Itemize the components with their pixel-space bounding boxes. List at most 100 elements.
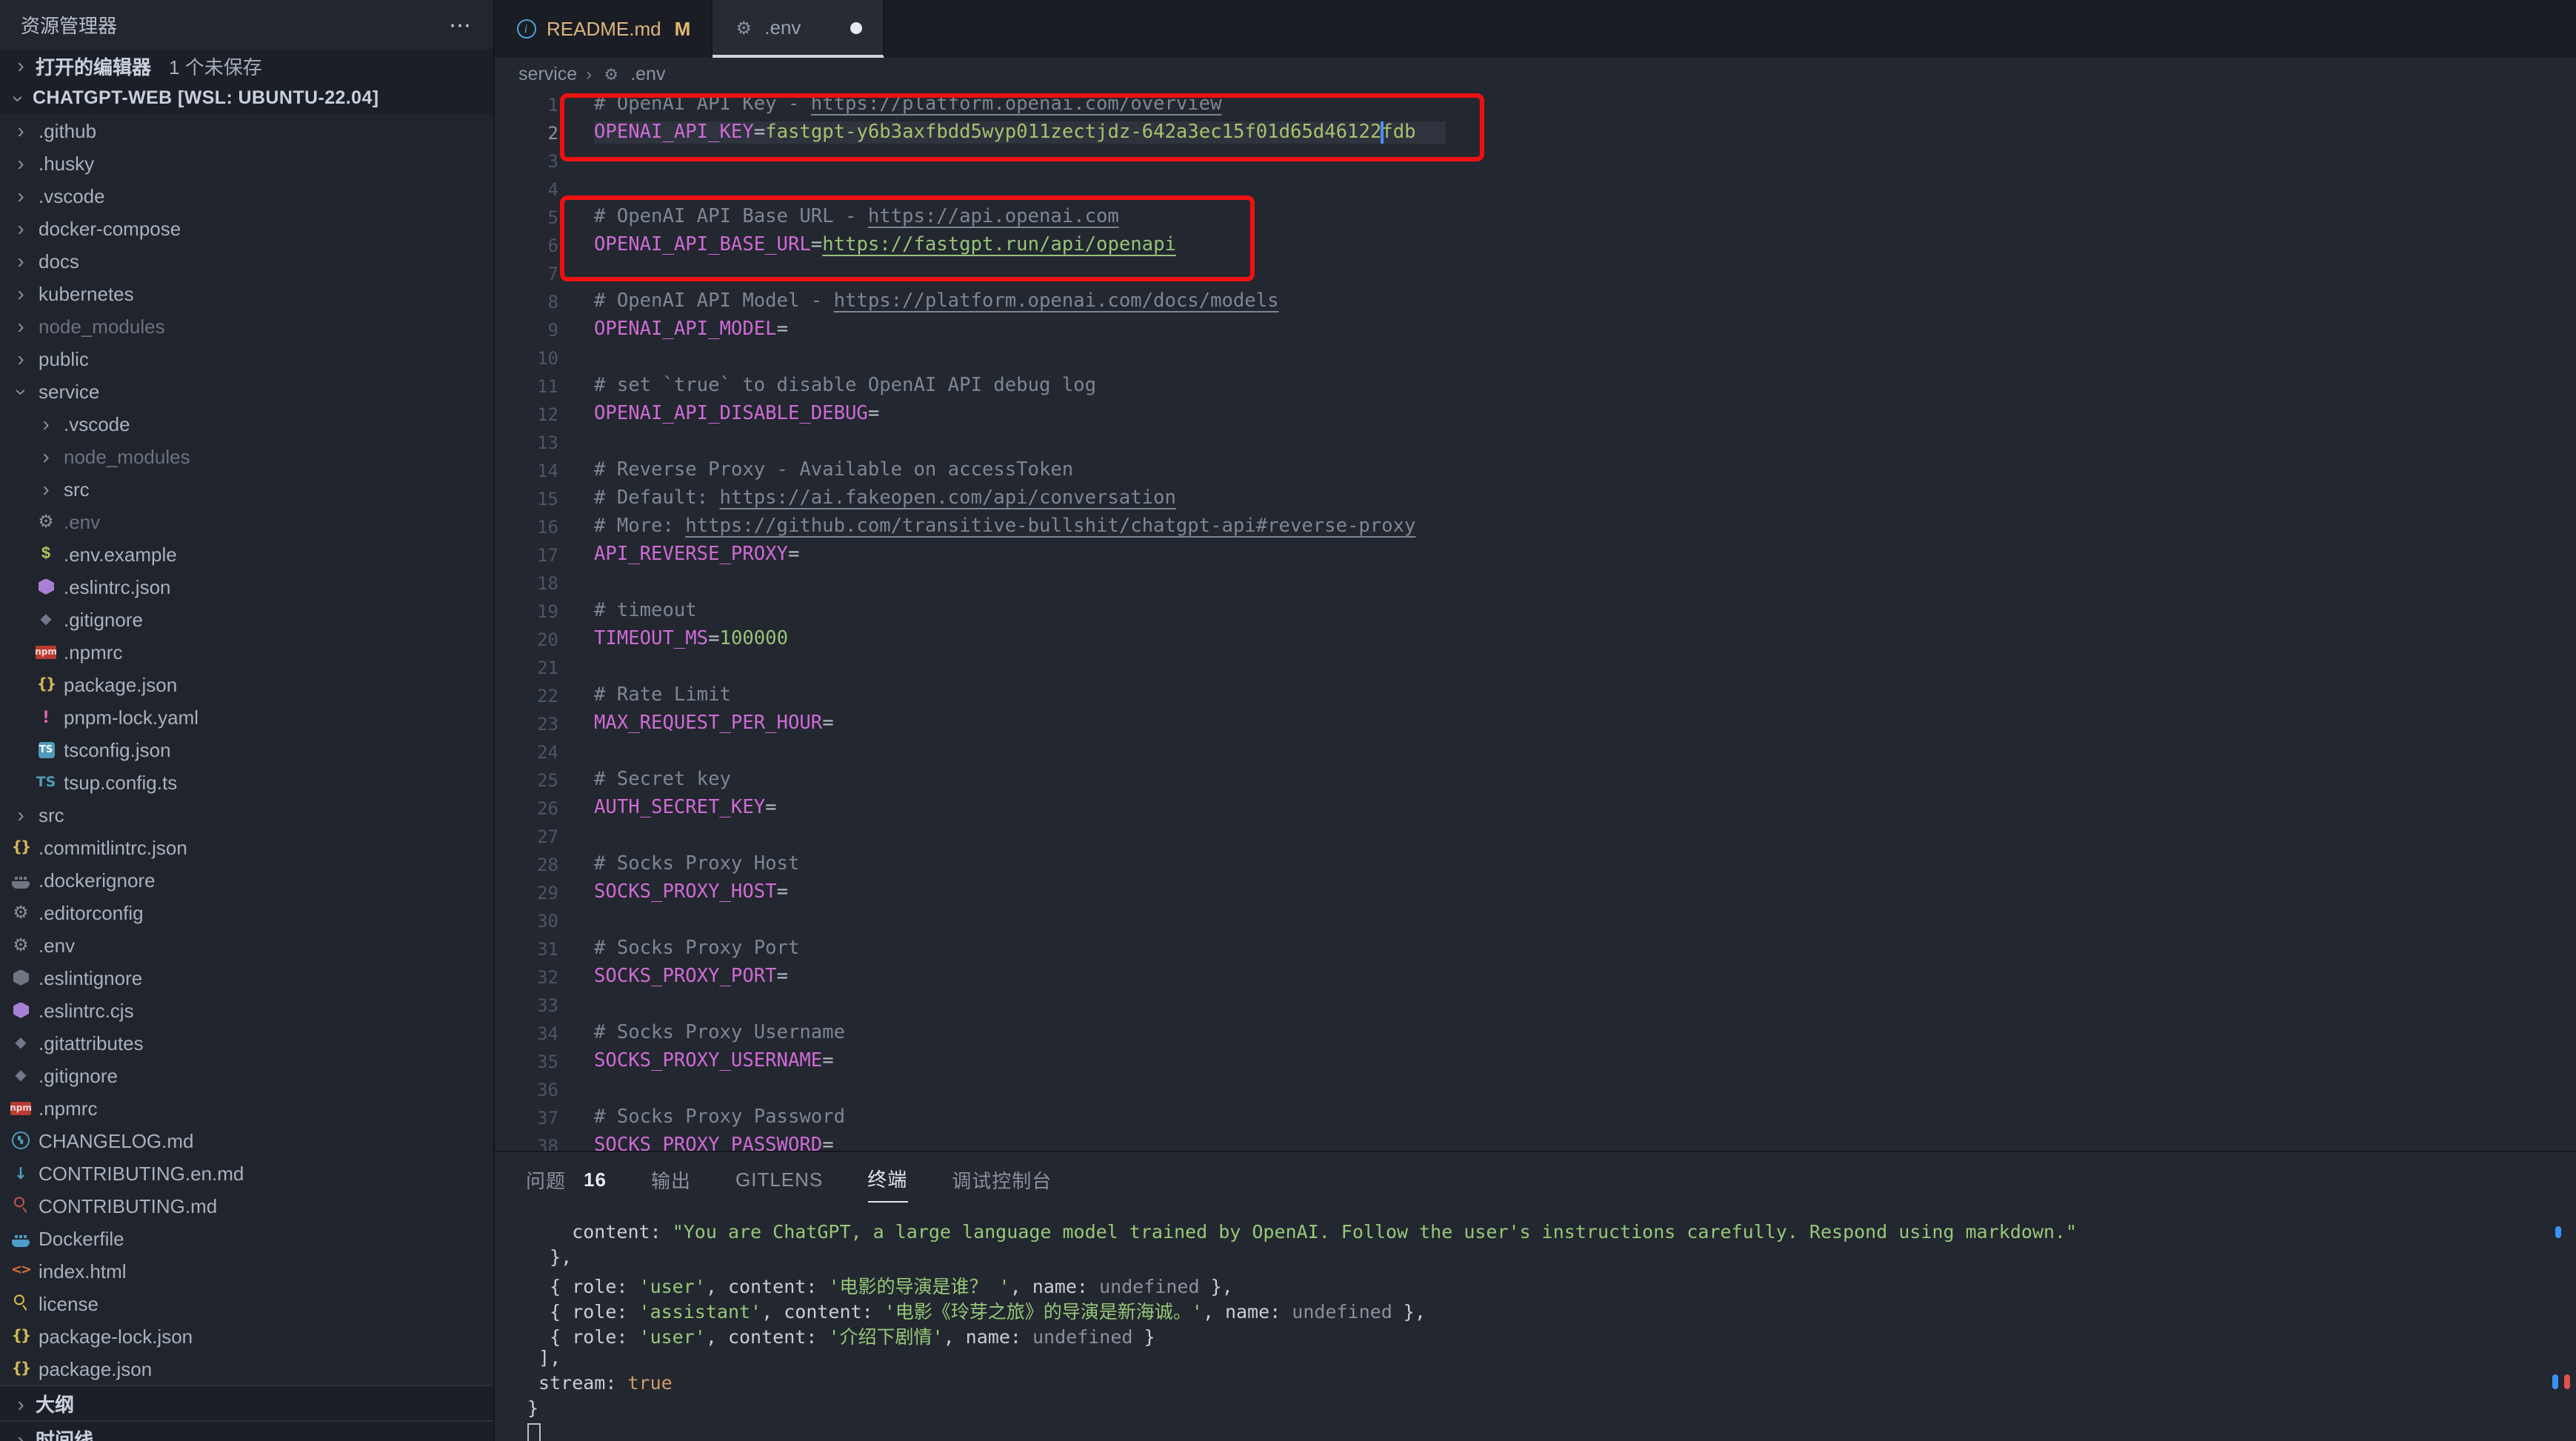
code-line-34[interactable]: 34# Socks Proxy Username [495, 1019, 2576, 1047]
code-line-33[interactable]: 33 [495, 991, 2576, 1019]
tab-readme-md[interactable]: iREADME.mdM [495, 0, 713, 58]
code-line-23[interactable]: 23MAX_REQUEST_PER_HOUR= [495, 709, 2576, 738]
breadcrumb-folder[interactable]: service [518, 64, 577, 84]
code-line-10[interactable]: 10 [495, 344, 2576, 372]
tree-folder-.husky[interactable]: ›.husky [0, 147, 493, 179]
tree-folder-src[interactable]: ›src [0, 472, 493, 505]
tree-folder-.vscode[interactable]: ›.vscode [0, 179, 493, 212]
code-line-30[interactable]: 30 [495, 906, 2576, 935]
code-line-13[interactable]: 13 [495, 428, 2576, 456]
tree-file-package.json[interactable]: {}package.json [0, 668, 493, 701]
code-line-38[interactable]: 38SOCKS_PROXY_PASSWORD= [495, 1131, 2576, 1151]
file-tree: ›.github›.husky›.vscode›docker-compose›d… [0, 114, 493, 1385]
tree-file-.eslintrc.cjs[interactable]: .eslintrc.cjs [0, 994, 493, 1026]
outline-section[interactable]: › 大纲 [0, 1385, 493, 1420]
line-text: MAX_REQUEST_PER_HOUR= [558, 712, 834, 735]
tree-file-.eslintrc.json[interactable]: .eslintrc.json [0, 570, 493, 603]
tree-file-tsup.config.ts[interactable]: TStsup.config.ts [0, 766, 493, 798]
tree-file-pnpm-lock.yaml[interactable]: !pnpm-lock.yaml [0, 701, 493, 733]
code-line-29[interactable]: 29SOCKS_PROXY_HOST= [495, 878, 2576, 906]
tree-folder-src[interactable]: ›src [0, 798, 493, 831]
tree-file-tsconfig.json[interactable]: TStsconfig.json [0, 733, 493, 766]
tree-file-.env[interactable]: ⚙.env [0, 505, 493, 538]
tree-file-.commitlintrc.json[interactable]: {}.commitlintrc.json [0, 831, 493, 863]
code-line-20[interactable]: 20TIMEOUT_MS=100000 [495, 625, 2576, 653]
tree-folder-node_modules[interactable]: ›node_modules [0, 310, 493, 342]
code-line-11[interactable]: 11# set `true` to disable OpenAI API deb… [495, 372, 2576, 400]
code-line-31[interactable]: 31# Socks Proxy Port [495, 935, 2576, 963]
tree-file-CONTRIBUTING.en.md[interactable]: ↓CONTRIBUTING.en.md [0, 1157, 493, 1189]
code-line-8[interactable]: 8# OpenAI API Model - https://platform.o… [495, 287, 2576, 315]
tree-file-.env[interactable]: ⚙.env [0, 929, 493, 961]
git-icon: ◆ [10, 1065, 31, 1086]
terminal-output[interactable]: content: "You are ChatGPT, a large langu… [495, 1203, 2576, 1441]
tree-folder-.vscode[interactable]: ›.vscode [0, 407, 493, 440]
code-line-17[interactable]: 17API_REVERSE_PROXY= [495, 541, 2576, 569]
code-line-1[interactable]: 1# OpenAI API Key - https://platform.ope… [495, 90, 2576, 118]
tree-file-package.json[interactable]: {}package.json [0, 1352, 493, 1385]
tree-file-CONTRIBUTING.md[interactable]: CONTRIBUTING.md [0, 1189, 493, 1222]
code-line-25[interactable]: 25# Secret key [495, 766, 2576, 794]
panel-tab-GITLENS[interactable]: GITLENS [735, 1152, 823, 1203]
code-line-24[interactable]: 24 [495, 738, 2576, 766]
code-line-22[interactable]: 22# Rate Limit [495, 681, 2576, 709]
tree-folder-node_modules[interactable]: ›node_modules [0, 440, 493, 472]
code-line-32[interactable]: 32SOCKS_PROXY_PORT= [495, 963, 2576, 991]
tree-file-.dockerignore[interactable]: .dockerignore [0, 863, 493, 896]
code-line-35[interactable]: 35SOCKS_PROXY_USERNAME= [495, 1047, 2576, 1075]
line-text: # set `true` to disable OpenAI API debug… [558, 375, 1096, 397]
code-line-3[interactable]: 3 [495, 147, 2576, 175]
code-line-37[interactable]: 37# Socks Proxy Password [495, 1103, 2576, 1131]
tree-folder-docker-compose[interactable]: ›docker-compose [0, 212, 493, 244]
code-line-36[interactable]: 36 [495, 1075, 2576, 1103]
tree-folder-public[interactable]: ›public [0, 342, 493, 375]
code-line-2[interactable]: 2OPENAI_API_KEY=fastgpt-y6b3axfbdd5wyp01… [495, 118, 2576, 147]
panel-tab-终端[interactable]: 终端 [867, 1152, 907, 1203]
code-line-19[interactable]: 19# timeout [495, 597, 2576, 625]
project-root-item[interactable]: › CHATGPT-WEB [WSL: UBUNTU-22.04] [0, 81, 493, 114]
more-actions-icon[interactable]: ⋯ [449, 11, 473, 38]
line-number: 29 [495, 882, 558, 903]
tree-file-.env.example[interactable]: $.env.example [0, 538, 493, 570]
code-line-6[interactable]: 6OPENAI_API_BASE_URL=https://fastgpt.run… [495, 231, 2576, 259]
code-line-21[interactable]: 21 [495, 653, 2576, 681]
panel-tab-问题[interactable]: 问题16 [526, 1152, 607, 1203]
tab--env[interactable]: ⚙.env [713, 0, 884, 58]
tree-file-.gitignore[interactable]: ◆.gitignore [0, 1059, 493, 1091]
tree-file-.gitignore[interactable]: ◆.gitignore [0, 603, 493, 635]
timeline-section[interactable]: › 时间线 [0, 1420, 493, 1441]
code-line-14[interactable]: 14# Reverse Proxy - Available on accessT… [495, 456, 2576, 484]
tree-folder-kubernetes[interactable]: ›kubernetes [0, 277, 493, 310]
tree-file-.npmrc[interactable]: npm.npmrc [0, 635, 493, 668]
code-line-27[interactable]: 27 [495, 822, 2576, 850]
code-line-7[interactable]: 7 [495, 259, 2576, 287]
tree-folder-docs[interactable]: ›docs [0, 244, 493, 277]
code-line-4[interactable]: 4 [495, 175, 2576, 203]
code-line-5[interactable]: 5# OpenAI API Base URL - https://api.ope… [495, 203, 2576, 231]
tree-file-CHANGELOG.md[interactable]: CHANGELOG.md [0, 1124, 493, 1157]
tree-folder-service[interactable]: ›service [0, 375, 493, 407]
panel-tab-调试控制台[interactable]: 调试控制台 [952, 1152, 1052, 1203]
code-line-9[interactable]: 9OPENAI_API_MODEL= [495, 315, 2576, 344]
code-line-28[interactable]: 28# Socks Proxy Host [495, 850, 2576, 878]
chevron-right-icon: › [17, 153, 24, 173]
tree-folder-.github[interactable]: ›.github [0, 114, 493, 147]
open-editors-section[interactable]: › 打开的编辑器 1 个未保存 [0, 49, 493, 81]
code-line-15[interactable]: 15# Default: https://ai.fakeopen.com/api… [495, 484, 2576, 512]
code-line-26[interactable]: 26AUTH_SECRET_KEY= [495, 794, 2576, 822]
code-line-12[interactable]: 12OPENAI_API_DISABLE_DEBUG= [495, 400, 2576, 428]
code-line-18[interactable]: 18 [495, 569, 2576, 597]
tree-file-index.html[interactable]: <>index.html [0, 1254, 493, 1287]
tree-file-package-lock.json[interactable]: {}package-lock.json [0, 1320, 493, 1352]
code-editor[interactable]: 1# OpenAI API Key - https://platform.ope… [495, 90, 2576, 1151]
tree-file-.npmrc[interactable]: npm.npmrc [0, 1091, 493, 1124]
breadcrumb-file[interactable]: .env [630, 64, 665, 84]
tree-file-license[interactable]: license [0, 1287, 493, 1320]
tree-file-.editorconfig[interactable]: ⚙.editorconfig [0, 896, 493, 929]
panel-tab-输出[interactable]: 输出 [651, 1152, 691, 1203]
tree-file-.gitattributes[interactable]: ◆.gitattributes [0, 1026, 493, 1059]
tree-file-Dockerfile[interactable]: Dockerfile [0, 1222, 493, 1254]
code-line-16[interactable]: 16# More: https://github.com/transitive-… [495, 512, 2576, 541]
tree-file-.eslintignore[interactable]: .eslintignore [0, 961, 493, 994]
dirty-dot-icon[interactable] [850, 21, 861, 33]
